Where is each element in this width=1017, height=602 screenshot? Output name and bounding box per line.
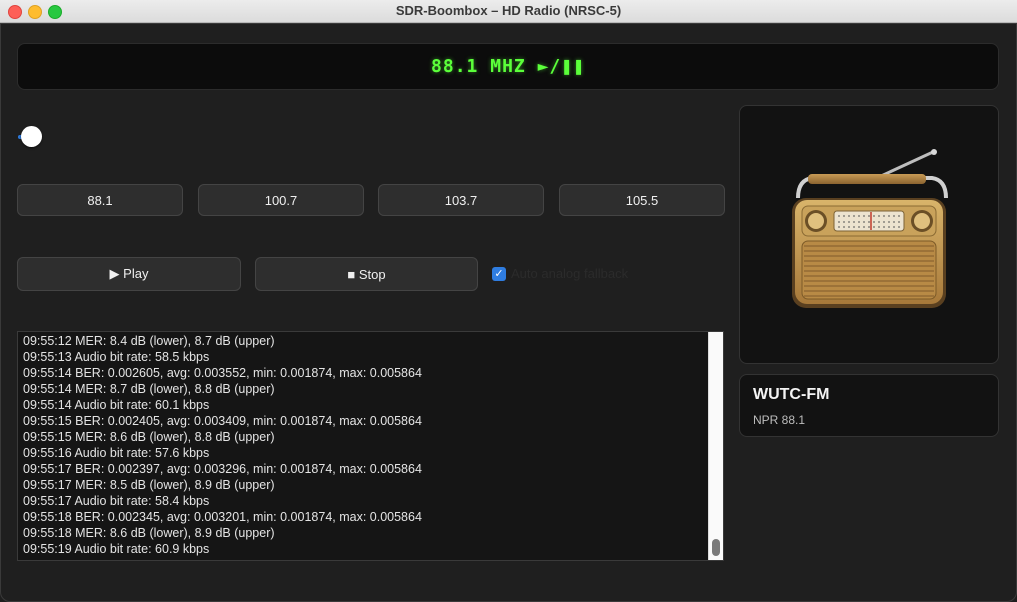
volume-slider-knob[interactable] xyxy=(21,126,42,147)
log-lines: 09:55:12 MER: 8.4 dB (lower), 8.7 dB (up… xyxy=(23,333,422,557)
window-title: SDR-Boombox – HD Radio (NRSC-5) xyxy=(395,3,622,18)
log-line: 09:55:18 MER: 8.6 dB (lower), 8.9 dB (up… xyxy=(23,526,275,540)
auto-analog-fallback-label: Auto analog fallback xyxy=(511,266,629,281)
auto-analog-fallback-checkbox[interactable]: ✓ xyxy=(492,266,506,281)
log-line: 09:55:19 Audio bit rate: 60.9 kbps xyxy=(23,542,210,556)
log-line: 09:55:14 MER: 8.7 dB (lower), 8.8 dB (up… xyxy=(23,382,275,396)
album-art-panel xyxy=(739,105,999,364)
log-output[interactable]: 09:55:12 MER: 8.4 dB (lower), 8.7 dB (up… xyxy=(17,331,724,561)
log-line: 09:55:17 Audio bit rate: 58.4 kbps xyxy=(23,494,210,508)
play-button[interactable]: ▶ Play xyxy=(17,257,241,291)
log-line: 09:55:14 Audio bit rate: 60.1 kbps xyxy=(23,398,210,412)
log-line: 09:55:17 BER: 0.002397, avg: 0.003296, m… xyxy=(23,462,422,476)
frequency-display: 88.1 MHZ ►/❚❚ xyxy=(17,43,999,90)
preset-button-1[interactable]: 88.1 xyxy=(17,184,183,216)
station-name: WUTC-FM xyxy=(753,386,830,403)
auto-analog-fallback-option[interactable]: ✓ Auto analog fallback xyxy=(492,266,628,281)
preset-button-3[interactable]: 103.7 xyxy=(378,184,544,216)
preset-button-4[interactable]: 105.5 xyxy=(559,184,725,216)
stop-button[interactable]: ■ Stop xyxy=(255,257,478,291)
log-line: 09:55:15 BER: 0.002405, avg: 0.003409, m… xyxy=(23,414,422,428)
log-line: 09:55:13 Audio bit rate: 58.5 kbps xyxy=(23,350,210,364)
station-subtitle: NPR 88.1 xyxy=(753,413,806,427)
log-scrollbar[interactable] xyxy=(708,332,723,560)
radio-icon xyxy=(792,149,948,308)
volume-slider[interactable] xyxy=(17,135,724,139)
title-bar: SDR-Boombox – HD Radio (NRSC-5) xyxy=(0,0,1017,23)
station-info-panel: WUTC-FM NPR 88.1 xyxy=(739,374,999,437)
log-line: 09:55:12 MER: 8.4 dB (lower), 8.7 dB (up… xyxy=(23,334,275,348)
frequency-display-text: 88.1 MHZ ►/❚❚ xyxy=(431,56,585,77)
log-line: 09:55:15 MER: 8.6 dB (lower), 8.8 dB (up… xyxy=(23,430,275,444)
log-line: 09:55:17 MER: 8.5 dB (lower), 8.9 dB (up… xyxy=(23,478,275,492)
log-line: 09:55:14 BER: 0.002605, avg: 0.003552, m… xyxy=(23,366,422,380)
log-line: 09:55:16 Audio bit rate: 57.6 kbps xyxy=(23,446,210,460)
log-scrollbar-thumb[interactable] xyxy=(712,539,720,556)
preset-button-2[interactable]: 100.7 xyxy=(198,184,364,216)
log-line: 09:55:18 BER: 0.002345, avg: 0.003201, m… xyxy=(23,510,422,524)
